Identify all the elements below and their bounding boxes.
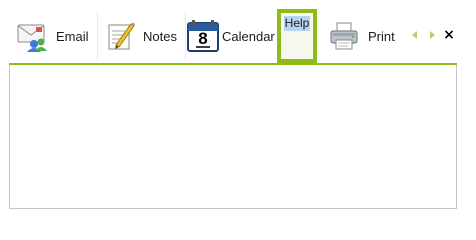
tab-strip: Email Notes 8 Calendar Help Print × (9, 9, 457, 63)
tab-print[interactable]: Print (325, 9, 405, 63)
tab-help[interactable]: Help (277, 9, 317, 63)
tab-separator (185, 11, 186, 61)
tab-help-label: Help (283, 16, 311, 31)
tab-notes-label: Notes (143, 28, 177, 44)
tab-content-area (9, 65, 457, 209)
scroll-left-button[interactable] (410, 30, 420, 40)
tab-print-label: Print (368, 28, 395, 44)
calendar-day-number: 8 (198, 29, 208, 48)
notes-icon (107, 21, 135, 51)
tab-email[interactable]: Email (9, 9, 97, 63)
scroll-right-icon (429, 31, 435, 39)
close-button[interactable]: × (442, 27, 456, 43)
close-icon: × (443, 27, 455, 43)
scroll-right-button[interactable] (427, 30, 437, 40)
calendar-icon: 8 (187, 20, 219, 52)
tab-calendar[interactable]: 8 Calendar (187, 9, 275, 63)
scroll-left-icon (412, 31, 418, 39)
tab-email-label: Email (56, 28, 89, 44)
tab-calendar-label: Calendar (222, 28, 275, 44)
printer-icon (329, 21, 359, 51)
tab-notes[interactable]: Notes (97, 9, 187, 63)
email-icon (17, 20, 49, 52)
tabbed-panel: Email Notes 8 Calendar Help Print × (9, 9, 457, 209)
